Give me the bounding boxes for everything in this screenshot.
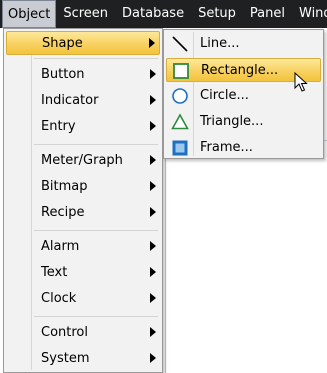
menu-item-label: Bitmap [41,179,88,194]
submenu-item-label: Circle... [200,88,249,103]
submenu-arrow-icon [150,69,156,79]
menu-screen[interactable]: Screen [56,0,115,28]
menu-item-bitmap[interactable]: Bitmap [6,175,160,199]
submenu-item-label: Line... [200,36,240,51]
submenu-arrow-icon [150,181,156,191]
menu-item-clock[interactable]: Clock [6,287,160,311]
submenu-item-triangle[interactable]: Triangle... [166,110,321,134]
menu-item-label: Clock [41,291,77,306]
submenu-arrow-icon [150,155,156,165]
menu-bar: Object Screen Database Setup Panel Wind [0,0,327,28]
submenu-arrow-icon [150,327,156,337]
submenu-arrow-icon [150,353,156,363]
submenu-arrow-icon [150,241,156,251]
menu-separator [34,58,158,59]
menu-item-label: Control [41,325,88,340]
submenu-item-label: Triangle... [200,114,264,129]
object-menu: Shape Button Indicator Entry Meter/Graph… [3,28,163,373]
menu-item-label: System [41,351,90,366]
menu-item-label: Meter/Graph [41,153,123,168]
menu-item-meter-graph[interactable]: Meter/Graph [6,149,160,173]
mouse-pointer-icon [294,72,308,92]
circle-icon [172,88,188,104]
menu-setup[interactable]: Setup [191,0,243,28]
triangle-icon [171,113,189,130]
menu-object[interactable]: Object [2,0,57,28]
menu-item-system[interactable]: System [6,347,160,371]
submenu-arrow-icon [150,267,156,277]
submenu-arrow-icon [149,38,155,48]
frame-icon [172,140,188,156]
menu-item-label: Recipe [41,205,85,220]
menu-window[interactable]: Wind [292,0,327,28]
menu-item-shape[interactable]: Shape [6,31,160,55]
submenu-arrow-icon [150,121,156,131]
rectangle-icon [173,63,189,79]
submenu-arrow-icon [150,293,156,303]
menu-separator [34,316,158,317]
menu-item-control[interactable]: Control [6,321,160,345]
menu-item-button[interactable]: Button [6,63,160,87]
menu-separator [34,230,158,231]
menu-item-alarm[interactable]: Alarm [6,235,160,259]
submenu-item-label: Rectangle... [201,63,279,78]
canvas-border-left [165,140,166,373]
submenu-item-line[interactable]: Line... [166,32,321,56]
menu-item-label: Shape [42,36,83,51]
menu-item-entry[interactable]: Entry [6,115,160,139]
menu-item-label: Alarm [41,239,80,254]
menu-item-recipe[interactable]: Recipe [6,201,160,225]
menu-item-label: Button [41,67,85,82]
menu-item-label: Text [41,265,68,280]
submenu-arrow-icon [150,95,156,105]
menu-separator [34,144,158,145]
menu-panel[interactable]: Panel [243,0,292,28]
line-icon [172,36,188,52]
submenu-arrow-icon [150,207,156,217]
menu-item-text[interactable]: Text [6,261,160,285]
menu-item-label: Indicator [41,93,99,108]
menu-item-label: Entry [41,119,76,134]
shape-submenu: Line... Rectangle... Circle... Triangle.… [163,29,324,159]
menu-database[interactable]: Database [115,0,191,28]
submenu-item-label: Frame... [200,140,253,155]
menu-item-indicator[interactable]: Indicator [6,89,160,113]
submenu-item-frame[interactable]: Frame... [166,136,321,160]
